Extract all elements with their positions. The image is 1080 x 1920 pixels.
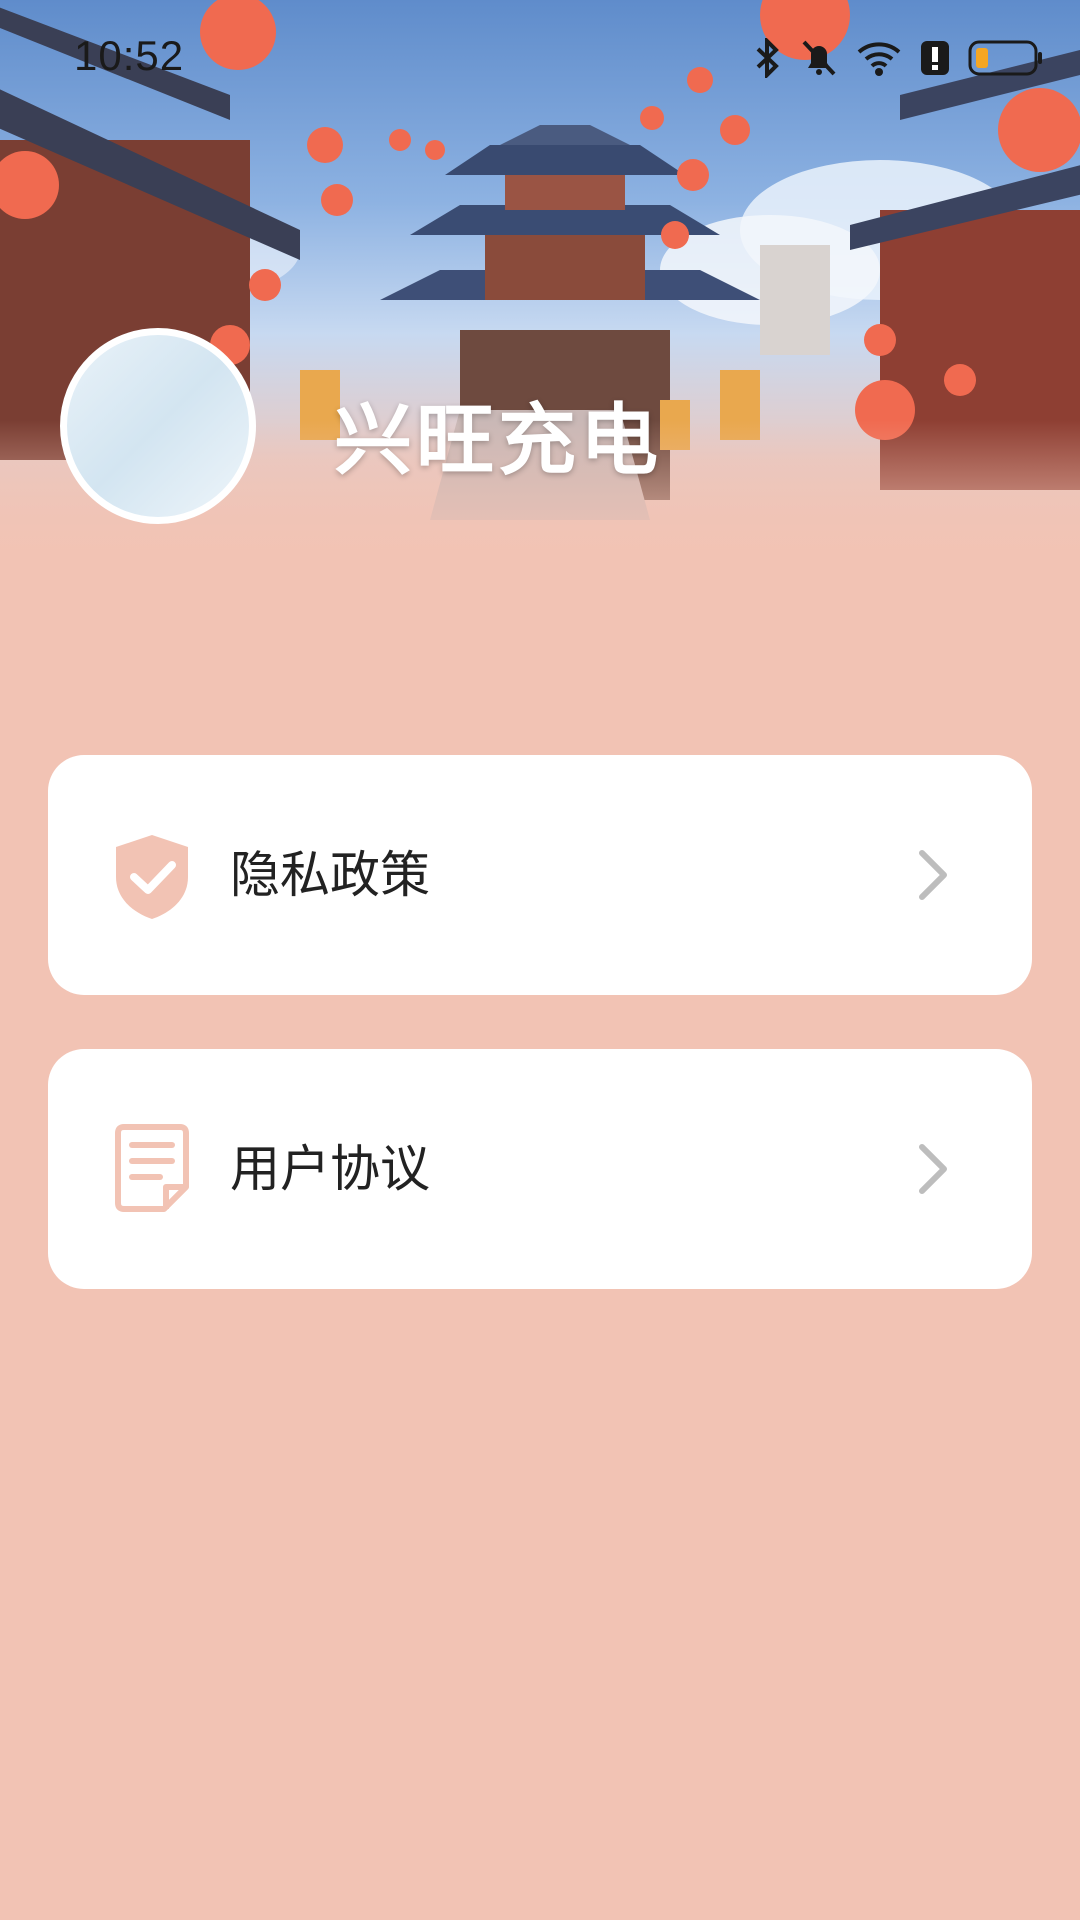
mute-bell-icon	[800, 38, 838, 78]
menu-item-privacy-policy[interactable]: 隐私政策	[48, 755, 1032, 995]
document-icon	[104, 1121, 200, 1217]
avatar[interactable]	[60, 328, 256, 524]
status-icons	[754, 36, 1044, 80]
menu-item-user-agreement[interactable]: 用户协议	[48, 1049, 1032, 1289]
chevron-right-icon	[902, 1139, 962, 1199]
status-bar: 10:52	[0, 0, 1080, 110]
wifi-icon	[856, 38, 902, 78]
app-name: 兴旺充电	[334, 396, 663, 486]
status-time: 10:52	[74, 32, 185, 79]
menu-item-label: 用户协议	[230, 1140, 430, 1198]
menu-item-label: 隐私政策	[230, 846, 430, 904]
bluetooth-icon	[754, 38, 782, 78]
chevron-right-icon	[902, 845, 962, 905]
alert-icon	[920, 40, 950, 76]
shield-check-icon	[104, 827, 200, 923]
battery-icon	[968, 40, 1044, 76]
